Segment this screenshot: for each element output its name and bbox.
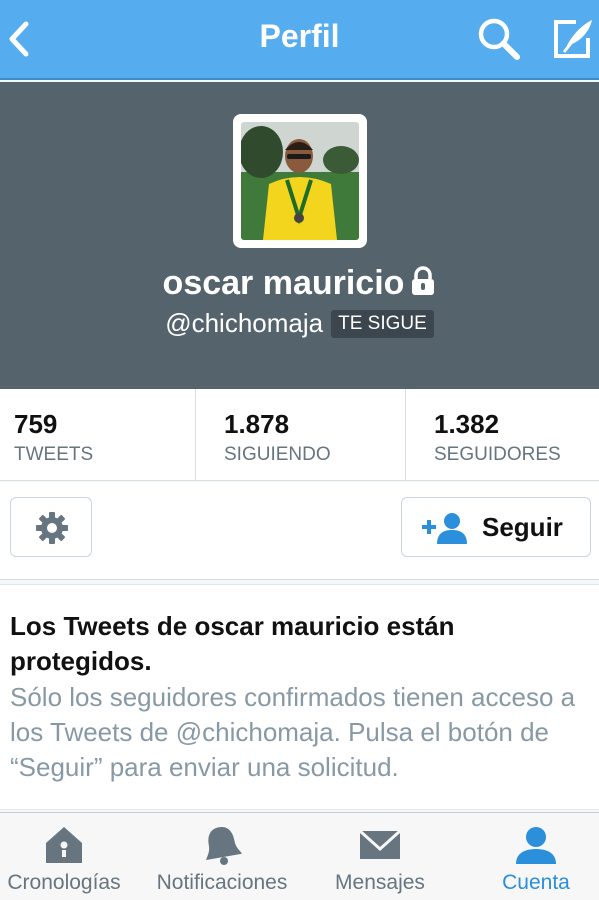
user-icon [516,827,556,864]
envelope-icon [358,829,402,859]
stat-followers[interactable]: 1.382 SEGUIDORES [406,389,599,481]
tab-timelines[interactable]: Cronologías [0,813,128,900]
gear-icon [36,512,68,544]
tab-label: Cuenta [502,871,570,894]
follow-button-label: Seguir [482,512,563,542]
profile-header: oscar mauricio @chichomaja TE SIGUE [0,82,599,389]
tab-messages[interactable]: Mensajes [330,813,430,900]
protected-notice: Los Tweets de oscar mauricio están prote… [0,584,599,810]
profile-actions: Seguir [0,482,599,580]
profile-stats: 759 TWEETS 1.878 SIGUIENDO 1.382 SEGUIDO… [0,389,599,481]
bell-icon [206,827,242,865]
handle-row: @chichomaja TE SIGUE [0,308,599,339]
stat-value: 1.382 [434,409,500,439]
nav-bar: Perfil [0,0,599,80]
tab-notifications[interactable]: Notificaciones [150,813,294,900]
search-icon[interactable] [476,16,522,62]
protected-body: Sólo los seguidores confirmados tienen a… [10,682,576,782]
stat-value: 1.878 [224,409,290,439]
tab-label: Notificaciones [156,871,288,894]
tab-bar: Cronologías Notificaciones Mensajes Cuen… [0,812,599,900]
stat-label: SEGUIDORES [434,444,561,465]
avatar-photo [241,122,359,240]
compose-icon[interactable] [550,16,596,62]
profile-handle: @chichomaja [165,308,324,338]
tab-account[interactable]: Cuenta [490,813,582,900]
home-icon [46,827,82,863]
settings-button[interactable] [10,497,92,557]
add-user-icon [422,513,467,544]
follow-button[interactable]: Seguir [401,497,591,557]
stat-following[interactable]: 1.878 SIGUIENDO [196,389,406,481]
tab-label: Mensajes [335,871,425,894]
protected-title: Los Tweets de oscar mauricio están prote… [10,611,455,676]
follows-you-badge: TE SIGUE [331,310,434,338]
lock-icon [412,266,435,295]
stat-label: TWEETS [14,444,94,465]
stat-value: 759 [14,409,58,439]
avatar[interactable] [233,114,367,248]
tab-label: Cronologías [7,871,121,894]
stat-tweets[interactable]: 759 TWEETS [0,389,196,481]
profile-name-text: oscar mauricio [162,264,405,302]
stat-label: SIGUIENDO [224,444,331,465]
profile-name: oscar mauricio [0,264,599,303]
